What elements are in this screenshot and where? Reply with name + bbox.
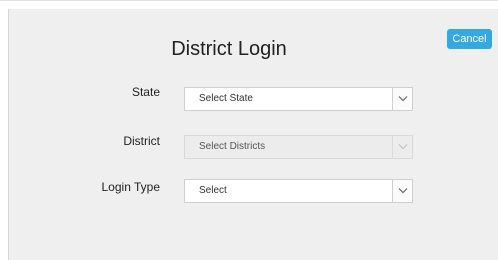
login-type-dropdown-toggle[interactable] xyxy=(392,180,412,202)
state-dropdown-toggle[interactable] xyxy=(392,88,412,110)
top-divider xyxy=(0,0,498,1)
chevron-down-icon xyxy=(398,188,408,194)
district-select-value: Select Districts xyxy=(199,141,266,152)
state-select[interactable]: Select State xyxy=(184,87,413,111)
district-dropdown-toggle xyxy=(392,136,412,158)
district-label: District xyxy=(123,134,160,148)
state-select-value: Select State xyxy=(199,93,253,104)
chevron-down-icon xyxy=(398,144,408,150)
state-label: State xyxy=(131,85,160,99)
district-select: Select Districts xyxy=(184,135,413,159)
dialog-title: District Login xyxy=(171,38,287,60)
login-type-label: Login Type xyxy=(101,180,161,194)
login-type-select[interactable]: Select xyxy=(184,179,413,203)
chevron-down-icon xyxy=(398,96,408,102)
login-type-select-value: Select xyxy=(199,185,227,196)
